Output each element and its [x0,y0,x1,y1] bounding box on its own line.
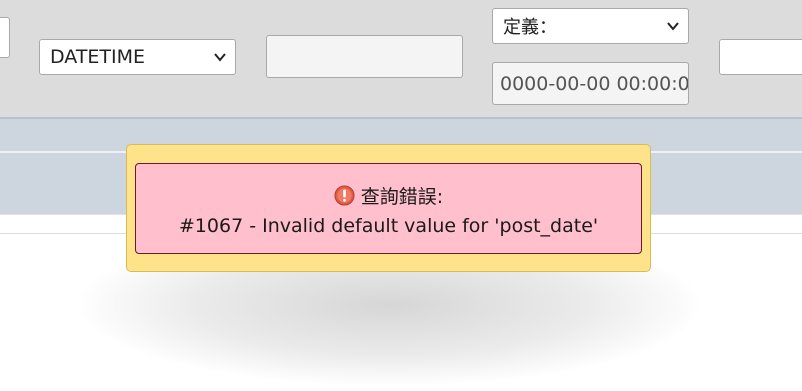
collation-input[interactable] [719,39,802,75]
error-message-box: 查詢錯誤: #1067 - Invalid default value for … [135,163,642,254]
error-icon [334,185,355,206]
page: DATETIME 定義： 0000-00-00 00:00:01 查詢錯誤: #… [0,0,802,391]
name-input[interactable] [0,17,10,58]
default-value-text: 0000-00-00 00:00:01 [500,72,689,95]
error-title: 查詢錯誤: [360,186,444,208]
type-select-value: DATETIME [50,46,146,68]
default-value-input[interactable]: 0000-00-00 00:00:01 [492,62,689,105]
error-title-row: 查詢錯誤: [136,182,641,209]
chevron-down-icon [667,22,679,31]
default-select-value: 定義： [503,17,557,38]
length-values-input[interactable] [266,35,463,78]
type-select[interactable]: DATETIME [39,39,236,75]
chevron-down-icon [214,53,226,62]
column-definition-row: DATETIME 定義： 0000-00-00 00:00:01 [0,0,802,117]
error-message: #1067 - Invalid default value for 'post_… [178,215,599,237]
default-select[interactable]: 定義： [492,8,689,44]
error-dialog: 查詢錯誤: #1067 - Invalid default value for … [126,144,651,272]
